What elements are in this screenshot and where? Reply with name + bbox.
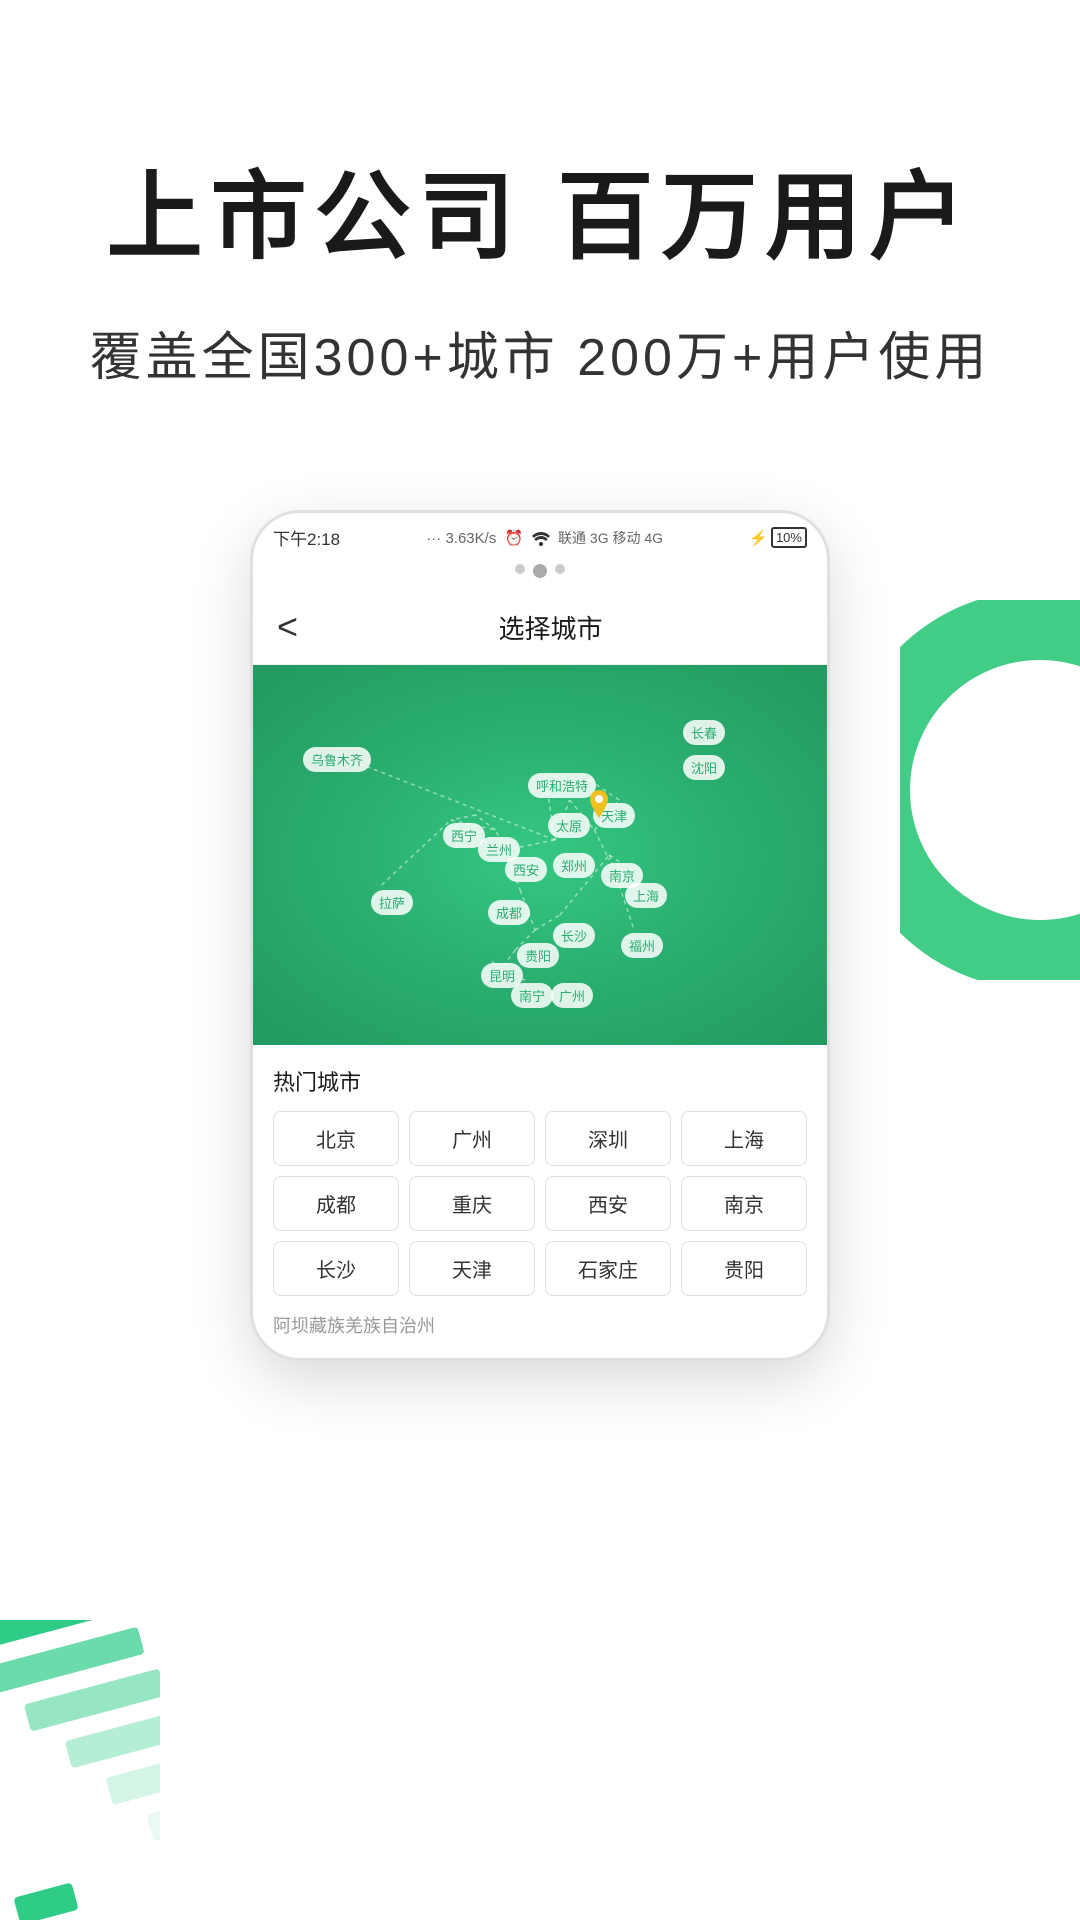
map-city-fuzhou[interactable]: 福州 bbox=[621, 933, 663, 958]
map-city-lhasa[interactable]: 拉萨 bbox=[371, 890, 413, 915]
map-city-urumqi[interactable]: 乌鲁木齐 bbox=[303, 747, 371, 772]
city-footer-text: 阿坝藏族羌族自治州 bbox=[273, 1312, 807, 1338]
nav-title: 选择城市 bbox=[298, 609, 803, 646]
hero-section: 上市公司 百万用户 覆盖全国300+城市 200万+用户使用 bbox=[0, 0, 1080, 450]
map-city-guangzhou[interactable]: 广州 bbox=[551, 983, 593, 1008]
stripe-7 bbox=[13, 1882, 78, 1920]
location-pin bbox=[588, 790, 610, 823]
map-city-zhengzhou[interactable]: 郑州 bbox=[553, 853, 595, 878]
notch-camera bbox=[533, 564, 547, 578]
city-shanghai[interactable]: 上海 bbox=[681, 1111, 807, 1166]
right-deco-decoration bbox=[900, 600, 1080, 980]
notch-dots bbox=[515, 564, 565, 578]
map-city-shenyang[interactable]: 沈阳 bbox=[683, 755, 725, 780]
map-city-nanning[interactable]: 南宁 bbox=[511, 983, 553, 1008]
status-battery: ⚡ 10% bbox=[749, 527, 807, 548]
wifi-icon bbox=[532, 532, 550, 546]
hot-cities-title: 热门城市 bbox=[273, 1065, 807, 1097]
map-city-xian[interactable]: 西安 bbox=[505, 857, 547, 882]
map-city-chengdu[interactable]: 成都 bbox=[488, 900, 530, 925]
hero-title: 上市公司 百万用户 bbox=[80, 160, 1000, 275]
city-guangzhou[interactable]: 广州 bbox=[409, 1111, 535, 1166]
city-shenzhen[interactable]: 深圳 bbox=[545, 1111, 671, 1166]
map-city-changsha[interactable]: 长沙 bbox=[553, 923, 595, 948]
map-city-huhhot[interactable]: 呼和浩特 bbox=[528, 773, 596, 798]
city-changsha[interactable]: 长沙 bbox=[273, 1241, 399, 1296]
map-city-changchun[interactable]: 长春 bbox=[683, 720, 725, 745]
map-city-shanghai[interactable]: 上海 bbox=[625, 883, 667, 908]
phone-frame: 下午2:18 ··· 3.63K/s ⏰ 联通 3G 移动 4G ⚡ 10% < bbox=[250, 510, 830, 1361]
city-guiyang[interactable]: 贵阳 bbox=[681, 1241, 807, 1296]
status-time: 下午2:18 bbox=[273, 525, 340, 550]
phone-top-area bbox=[253, 558, 827, 590]
deco-ring bbox=[900, 600, 1080, 980]
phone-nav-bar: < 选择城市 bbox=[253, 590, 827, 665]
nav-back-button[interactable]: < bbox=[277, 606, 298, 648]
map-city-guiyang[interactable]: 贵阳 bbox=[517, 943, 559, 968]
city-nanjing[interactable]: 南京 bbox=[681, 1176, 807, 1231]
bottom-deco-stripes bbox=[0, 1620, 160, 1920]
hero-subtitle: 覆盖全国300+城市 200万+用户使用 bbox=[80, 315, 1000, 390]
stripe-4 bbox=[65, 1710, 160, 1768]
city-shijiazhuang[interactable]: 石家庄 bbox=[545, 1241, 671, 1296]
city-grid: 北京 广州 深圳 上海 成都 重庆 西安 南京 长沙 天津 石家庄 贵阳 bbox=[273, 1111, 807, 1296]
city-beijing[interactable]: 北京 bbox=[273, 1111, 399, 1166]
stripe-5 bbox=[106, 1752, 160, 1805]
city-chengdu[interactable]: 成都 bbox=[273, 1176, 399, 1231]
map-city-taiyuan[interactable]: 太原 bbox=[548, 813, 590, 838]
city-tianjin[interactable]: 天津 bbox=[409, 1241, 535, 1296]
city-xian[interactable]: 西安 bbox=[545, 1176, 671, 1231]
stripe-container bbox=[0, 1620, 160, 1920]
notch-dot-1 bbox=[515, 564, 525, 574]
phone-status-bar: 下午2:18 ··· 3.63K/s ⏰ 联通 3G 移动 4G ⚡ 10% bbox=[253, 513, 827, 558]
hot-cities-section: 热门城市 北京 广州 深圳 上海 成都 重庆 西安 南京 长沙 天津 石家庄 贵… bbox=[253, 1045, 827, 1358]
city-map[interactable]: 乌鲁木齐 长春 沈阳 呼和浩特 太原 天津 西宁 兰州 西安 郑州 南京 上海 … bbox=[253, 665, 827, 1045]
stripe-6 bbox=[146, 1794, 160, 1842]
notch-dot-2 bbox=[555, 564, 565, 574]
city-chongqing[interactable]: 重庆 bbox=[409, 1176, 535, 1231]
status-speed: ··· 3.63K/s ⏰ 联通 3G 移动 4G bbox=[426, 528, 663, 548]
